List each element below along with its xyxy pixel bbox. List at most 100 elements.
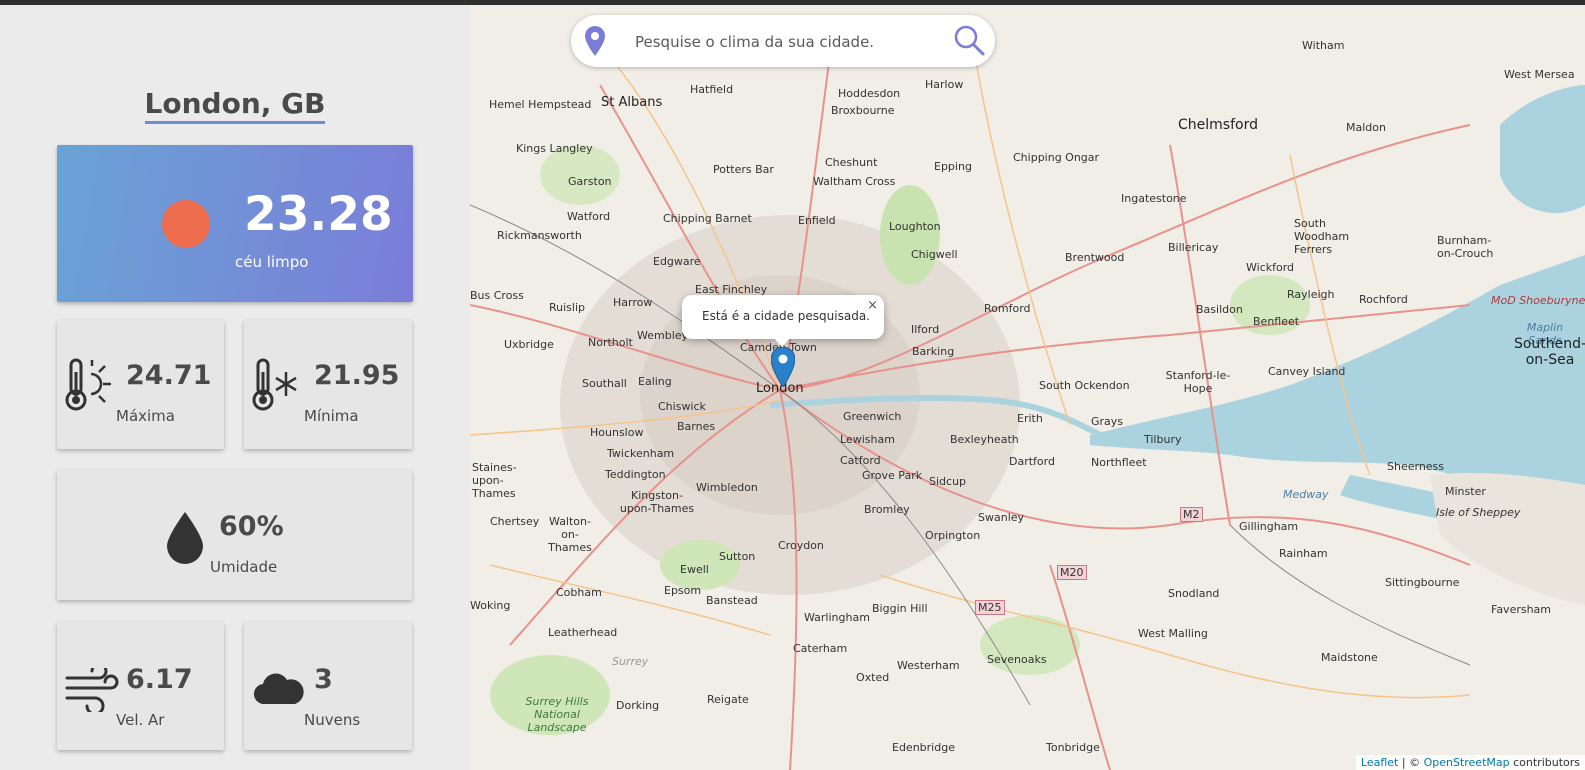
place-label: Chertsey <box>490 515 540 528</box>
place-label: Benfleet <box>1253 315 1300 328</box>
map-view[interactable]: St Albans Chelmsford Hemel Hempstead Hat… <box>470 5 1585 770</box>
place-label: St Albans <box>601 95 663 110</box>
place-label: Ilford <box>911 323 940 336</box>
place-label: Epping <box>934 160 972 173</box>
place-label: Medway <box>1283 488 1329 501</box>
place-label: Maidstone <box>1321 651 1378 664</box>
place-label: Dartford <box>1009 455 1055 468</box>
place-label: MoD Shoeburyness <box>1491 294 1585 307</box>
wind-icon <box>65 668 119 712</box>
place-label: Sidcup <box>929 475 967 488</box>
place-label: Lewisham <box>840 433 895 446</box>
thermometer-hot-icon <box>65 358 111 411</box>
place-label: Rochford <box>1359 293 1408 306</box>
place-label: Broxbourne <box>831 104 895 117</box>
place-label: Epsom <box>664 584 702 597</box>
place-label: Rainham <box>1279 547 1328 560</box>
place-label: Sheerness <box>1387 460 1445 473</box>
place-label: Dorking <box>616 699 660 712</box>
place-label: Barking <box>912 345 955 358</box>
motorway-shield: M2 <box>1180 507 1203 522</box>
place-label: Hemel Hempstead <box>489 98 592 111</box>
city-title: London, GB <box>0 87 470 124</box>
place-label: Sutton <box>719 550 756 563</box>
place-label: Edenbridge <box>892 741 955 754</box>
place-label: Chelmsford <box>1178 117 1258 133</box>
place-label: South Woodham Ferrers <box>1294 217 1350 256</box>
place-label: Croydon <box>778 539 824 552</box>
place-label: Tonbridge <box>1046 741 1100 754</box>
cloud-icon <box>253 673 304 705</box>
place-label: Kings Langley <box>516 142 593 155</box>
place-label: Northfleet <box>1091 456 1147 469</box>
location-pin-icon <box>585 26 605 56</box>
place-label: Bromley <box>864 503 910 516</box>
map-popup: Está é a cidade pesquisada. × <box>682 295 884 347</box>
humidity-label: Umidade <box>210 558 278 576</box>
place-label: Northolt <box>588 336 633 349</box>
place-label: Ruislip <box>549 301 586 314</box>
motorway-shield: M25 <box>975 600 1005 615</box>
place-label: Westerham <box>897 659 960 672</box>
min-temp-card: 21.95 Mínima <box>244 320 412 449</box>
place-label: Ealing <box>638 375 672 388</box>
place-label: Erith <box>1017 412 1043 425</box>
motorway-shield: M20 <box>1057 565 1087 580</box>
leaflet-link[interactable]: Leaflet <box>1361 756 1398 769</box>
place-label: Brentwood <box>1065 251 1125 264</box>
popup-close-button[interactable]: × <box>867 298 878 313</box>
place-label: West Mersea <box>1504 68 1575 81</box>
place-label: Caterham <box>793 642 848 655</box>
map-marker-icon[interactable] <box>771 347 795 387</box>
clouds-card: 3 Nuvens <box>244 622 412 750</box>
attribution-separator: | © <box>1398 756 1424 769</box>
clouds-label: Nuvens <box>304 711 361 729</box>
thermometer-cold-icon <box>252 358 297 411</box>
place-label: Basildon <box>1196 303 1243 316</box>
place-label: Burnham-on-Crouch <box>1437 234 1494 260</box>
place-label: Enfield <box>798 214 836 227</box>
place-label: Chiswick <box>658 400 706 413</box>
place-label: Snodland <box>1168 587 1220 600</box>
search-bar <box>571 15 995 67</box>
place-label: Hatfield <box>690 83 734 96</box>
place-label: Sittingbourne <box>1385 576 1460 589</box>
place-label: Stanford-le-Hope <box>1165 369 1231 395</box>
place-label: Banstead <box>706 594 758 607</box>
place-label: Staines-upon-Thames <box>472 461 517 500</box>
map-attribution: Leaflet | © OpenStreetMap contributors <box>1355 755 1585 770</box>
sun-icon <box>162 200 210 248</box>
place-label: Leatherhead <box>548 626 618 639</box>
place-label: Sevenoaks <box>987 653 1047 666</box>
osm-link[interactable]: OpenStreetMap <box>1424 756 1510 769</box>
wind-label: Vel. Ar <box>116 711 165 729</box>
place-label: Kingston-upon-Thames <box>619 489 695 515</box>
place-label: Walton-on-Thames <box>548 515 592 554</box>
place-label: Isle of Sheppey <box>1436 506 1521 519</box>
place-label: Barnes <box>677 420 716 433</box>
place-label: Warlingham <box>804 611 870 624</box>
place-label: Canvey Island <box>1268 365 1346 378</box>
place-label: Wembley <box>637 329 689 342</box>
city-search-input[interactable] <box>633 28 937 56</box>
place-label: Rickmansworth <box>497 229 582 242</box>
place-label: Hounslow <box>590 426 644 439</box>
place-label: Swanley <box>978 511 1025 524</box>
place-label: Harlow <box>925 78 964 91</box>
wind-card: 6.17 Vel. Ar <box>57 622 224 750</box>
max-temp-label: Máxima <box>116 407 175 425</box>
search-icon[interactable] <box>953 24 985 56</box>
clouds-value: 3 <box>314 664 333 695</box>
place-label: Chipping Ongar <box>1013 151 1100 164</box>
place-label: South Ockendon <box>1039 379 1130 392</box>
place-label: Surrey Hills National Landscape <box>525 695 589 734</box>
place-label: Faversham <box>1491 603 1552 616</box>
place-label: Maldon <box>1346 121 1386 134</box>
place-label: Woking <box>470 599 511 612</box>
place-label: Teddington <box>605 468 666 481</box>
temperature-value: 23.28 <box>244 187 393 242</box>
popup-text: Está é a cidade pesquisada. <box>702 309 870 323</box>
place-label: Watford <box>567 210 611 223</box>
place-label: Southall <box>582 377 627 390</box>
place-label: Cheshunt <box>825 156 878 169</box>
